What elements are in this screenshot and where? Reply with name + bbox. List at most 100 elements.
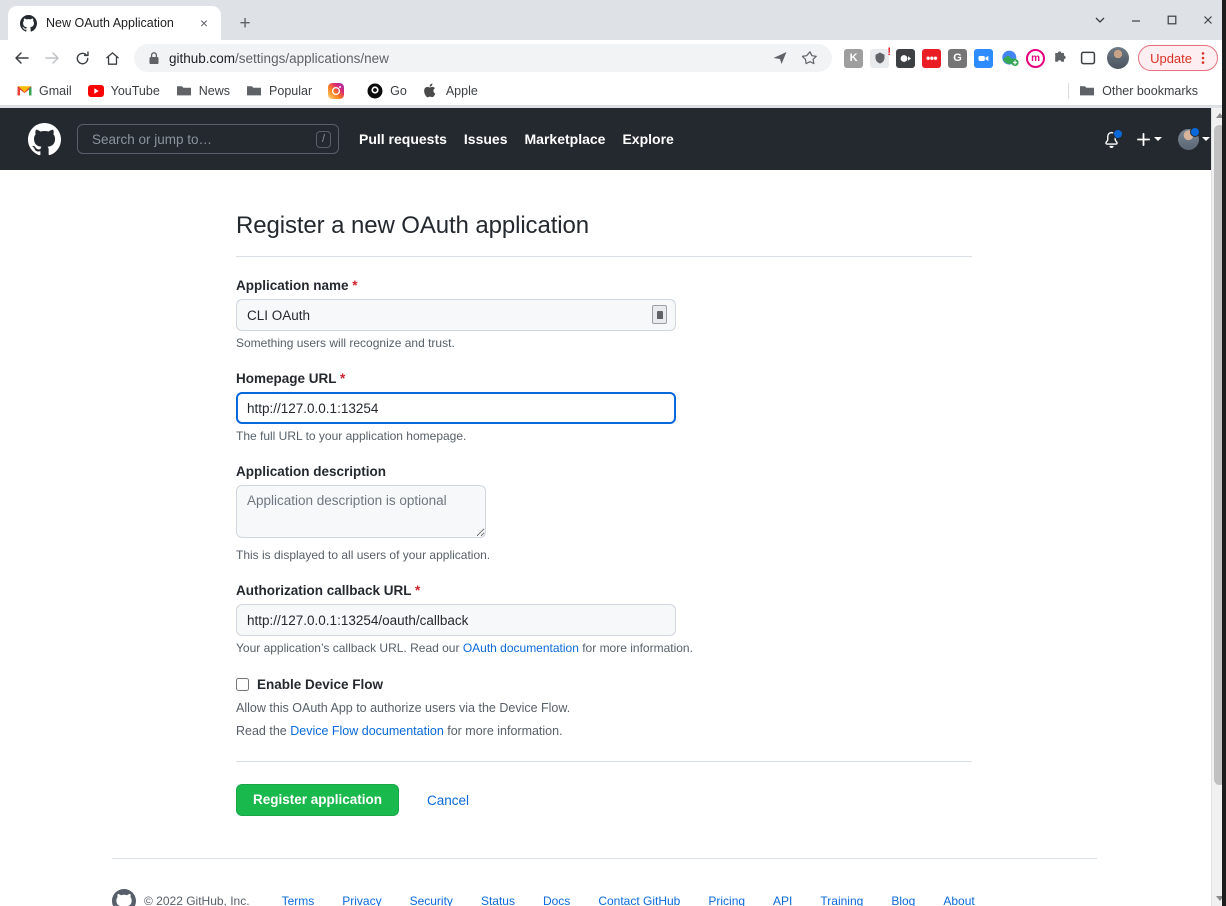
new-tab-button[interactable]: + <box>231 9 259 37</box>
callback-url-hint: Your application’s callback URL. Read ou… <box>236 641 972 655</box>
bookmark-instagram[interactable] <box>320 80 359 102</box>
hint-text-after: for more information. <box>578 641 693 655</box>
footer-link-pricing[interactable]: Pricing <box>708 894 745 906</box>
sidepanel-icon[interactable] <box>1078 49 1097 68</box>
url-text: github.com/settings/applications/new <box>169 51 389 66</box>
kami-extension-icon[interactable]: K <box>844 48 864 68</box>
back-arrow-icon[interactable] <box>8 44 36 72</box>
callback-url-label: Authorization callback URL * <box>236 583 972 598</box>
reload-icon[interactable] <box>68 44 96 72</box>
nav-issues[interactable]: Issues <box>464 131 508 147</box>
update-button[interactable]: Update <box>1138 45 1218 71</box>
footer-link-status[interactable]: Status <box>481 894 515 906</box>
lock-icon <box>148 51 160 65</box>
search-input[interactable] <box>90 130 316 148</box>
enable-device-flow-label[interactable]: Enable Device Flow <box>257 677 383 692</box>
minimize-icon[interactable] <box>1118 0 1154 40</box>
nav-explore[interactable]: Explore <box>622 131 673 147</box>
footer-link-terms[interactable]: Terms <box>282 894 315 906</box>
footer-link-api[interactable]: API <box>773 894 792 906</box>
window-controls <box>1082 0 1226 40</box>
bookmark-label: Gmail <box>39 83 72 98</box>
share-icon[interactable] <box>768 46 792 70</box>
maximize-icon[interactable] <box>1154 0 1190 40</box>
application-name-hint: Something users will recognize and trust… <box>236 336 455 350</box>
puzzle-extensions-icon[interactable] <box>1052 49 1071 68</box>
browser-toolbar: github.com/settings/applications/new K !… <box>0 40 1226 76</box>
cancel-link[interactable]: Cancel <box>427 793 469 808</box>
application-name-input-wrapper <box>236 299 676 331</box>
bookmark-gmail[interactable]: Gmail <box>8 80 80 102</box>
footer-link-docs[interactable]: Docs <box>543 894 570 906</box>
earth-extension-icon[interactable] <box>1000 49 1019 68</box>
google-extension-icon[interactable]: G <box>948 48 968 68</box>
avatar[interactable] <box>1107 47 1130 69</box>
device-flow-documentation-link[interactable]: Device Flow documentation <box>290 724 444 738</box>
other-bookmarks-folder[interactable]: Other bookmarks <box>1079 80 1206 102</box>
tab-strip: New OAuth Application × + <box>0 0 1226 40</box>
browser-tab[interactable]: New OAuth Application × <box>8 6 221 40</box>
device-flow-note-1: Allow this OAuth App to authorize users … <box>236 701 571 715</box>
footer-link-privacy[interactable]: Privacy <box>342 894 381 906</box>
device-flow-row: Enable Device Flow <box>236 677 972 692</box>
callback-url-input[interactable] <box>236 604 676 636</box>
bookmark-label: Popular <box>269 83 313 98</box>
close-icon[interactable]: × <box>195 14 213 32</box>
close-icon[interactable] <box>1190 0 1226 40</box>
bookmark-news[interactable]: News <box>168 80 238 102</box>
chevron-down-icon[interactable] <box>1082 0 1118 40</box>
address-bar[interactable]: github.com/settings/applications/new <box>134 44 833 72</box>
page-title: Register a new OAuth application <box>236 212 590 239</box>
password-manager-icon[interactable] <box>652 305 667 324</box>
search-input-wrapper[interactable]: / <box>77 124 339 154</box>
apple-icon <box>423 83 439 99</box>
required-marker: * <box>415 583 421 598</box>
field-application-description: Application description This is displaye… <box>236 464 972 562</box>
page-footer: © 2022 GitHub, Inc. Terms Privacy Securi… <box>112 816 1097 906</box>
github-header: / Pull requests Issues Marketplace Explo… <box>0 108 1226 170</box>
footer-link-security[interactable]: Security <box>410 894 453 906</box>
nav-marketplace[interactable]: Marketplace <box>525 131 606 147</box>
github-mark-icon[interactable] <box>28 122 61 156</box>
github-header-right <box>1103 126 1210 150</box>
zoom-extension-icon[interactable] <box>974 48 994 68</box>
notifications-button[interactable] <box>1103 128 1123 148</box>
screen-recorder-extension-icon[interactable] <box>896 48 916 68</box>
bookmark-youtube[interactable]: YouTube <box>80 80 168 102</box>
application-description-label: Application description <box>236 464 387 479</box>
footer-link-about[interactable]: About <box>943 894 974 906</box>
bookmark-popular[interactable]: Popular <box>238 80 320 102</box>
hint-text-before: Your application’s callback URL. Read ou… <box>236 641 463 655</box>
footer-link-training[interactable]: Training <box>820 894 863 906</box>
register-application-button[interactable]: Register application <box>236 784 400 816</box>
folder-icon <box>246 83 262 99</box>
application-name-input[interactable] <box>236 299 676 331</box>
bookmark-apple[interactable]: Apple <box>415 80 486 102</box>
oauth-documentation-link[interactable]: OAuth documentation <box>463 641 579 655</box>
note-text-after: for more information. <box>443 724 563 738</box>
nav-pull-requests[interactable]: Pull requests <box>359 131 447 147</box>
red-dots-extension-icon[interactable]: ••• <box>922 48 942 68</box>
copyright-text: © 2022 GitHub, Inc. <box>144 894 250 906</box>
application-description-textarea[interactable] <box>236 485 486 538</box>
note-text-before: Read the <box>236 724 291 738</box>
bookmark-go[interactable]: Go <box>359 80 415 102</box>
homepage-url-input[interactable] <box>236 392 676 424</box>
footer-link-blog[interactable]: Blog <box>891 894 915 906</box>
footer-link-contact-github[interactable]: Contact GitHub <box>598 894 680 906</box>
three-dots-vertical-icon[interactable] <box>1196 50 1210 66</box>
enable-device-flow-checkbox[interactable] <box>236 678 249 691</box>
home-icon[interactable] <box>98 44 126 72</box>
divider <box>236 761 972 762</box>
form-actions: Register application Cancel <box>236 784 972 816</box>
github-mark-icon <box>112 889 136 906</box>
grammar-extension-icon[interactable]: ! <box>870 46 891 68</box>
gmail-icon <box>16 83 32 99</box>
create-new-button[interactable] <box>1136 132 1162 147</box>
browser-window: New OAuth Application × + github.com/set… <box>0 0 1226 906</box>
homepage-url-hint: The full URL to your application homepag… <box>236 429 467 443</box>
tab-title: New OAuth Application <box>46 16 174 30</box>
user-menu-button[interactable] <box>1178 126 1210 150</box>
star-icon[interactable] <box>798 46 822 70</box>
mattermost-extension-icon[interactable]: m <box>1026 48 1046 68</box>
